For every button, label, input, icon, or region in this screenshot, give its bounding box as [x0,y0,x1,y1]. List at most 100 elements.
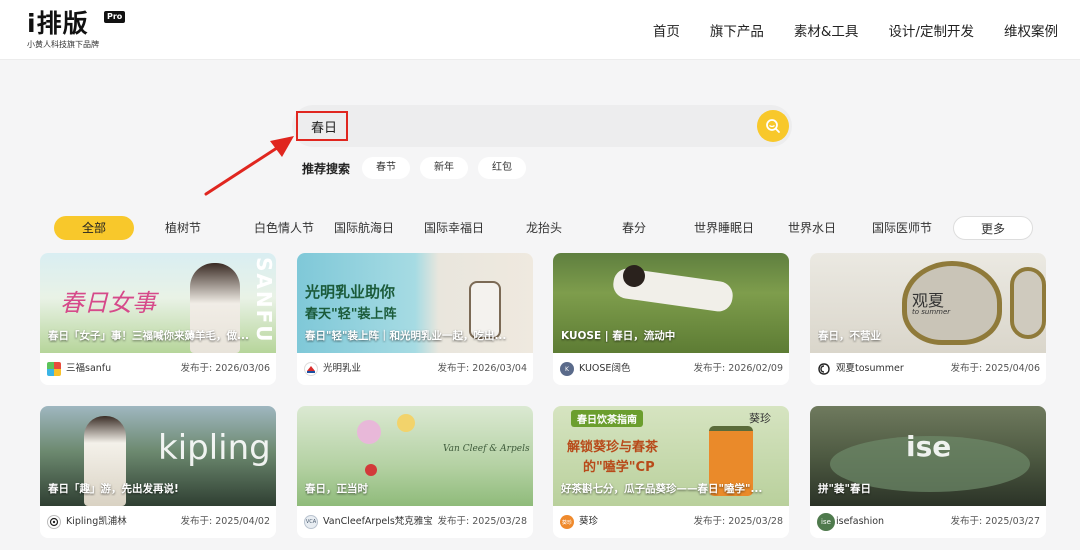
article-card[interactable]: ise 拼"装"春日 ise isefashion 发布于: 2025/03/27 [810,406,1046,538]
card-image-text: 的"嗑学"CP [583,460,655,475]
article-card[interactable]: 光明乳业助你 春天"轻"装上阵 春日"轻"装上阵｜和光明乳业一起，吃出... 光… [297,253,533,385]
nav-design[interactable]: 设计/定制开发 [888,20,974,40]
recommend-tag[interactable]: 春节 [362,157,411,179]
card-title: 好茶斟七分，瓜子品葵珍——春日"嗑学"... [561,483,763,495]
card-title: 春日「女子」事！三福喊你来薅羊毛，做... [48,330,249,342]
author-avatar [304,362,318,376]
card-image: 光明乳业助你 春天"轻"装上阵 春日"轻"装上阵｜和光明乳业一起，吃出... [297,253,533,353]
publish-date: 发布于: 2026/03/06 [181,362,270,376]
card-image: Van Cleef & Arpels 春日，正当时 [297,406,533,506]
card-title: 拼"装"春日 [818,483,871,495]
tab-spring-equinox[interactable]: 春分 [594,216,674,240]
card-title: 春日「趣」游，先出发再说! [48,483,179,495]
card-image: 观夏 to summer 春日，不营业 [810,253,1046,353]
search-bar [292,105,792,147]
publish-date-value: 2026/02/09 [728,363,783,374]
publish-date-value: 2025/03/28 [728,516,783,527]
card-title: 春日，正当时 [305,483,368,495]
author-name: Kipling凯浦林 [66,516,127,527]
article-card[interactable]: Van Cleef & Arpels 春日，正当时 VCA VanCleefAr… [297,406,533,538]
tab-doctors-day[interactable]: 国际医师节 [864,216,940,240]
card-image-text: 解锁葵珍与春茶 [567,440,659,455]
card-image-text: 葵珍 [749,412,771,425]
card-image-decor [397,414,415,432]
brand-logo[interactable]: i排版 Pro 小黄人科技旗下品牌 [27,8,127,52]
publish-date: 发布于: 2025/03/28 [438,515,527,529]
publish-date-value: 2025/03/28 [472,516,527,527]
nav-products[interactable]: 旗下产品 [710,20,764,40]
card-image: 春日饮茶指南 解锁葵珍与春茶 的"嗑学"CP 葵珍 好茶斟七分，瓜子品葵珍——春… [553,406,789,506]
article-card[interactable]: 春日女事 SANFU 春日「女子」事！三福喊你来薅羊毛，做... 三福sanfu… [40,253,276,385]
card-footer: Kipling凯浦林 发布于: 2025/04/02 [40,506,276,538]
publish-date-label: 发布于: [950,516,983,527]
author-avatar [817,362,831,376]
card-footer: 葵珍 葵珍 发布于: 2025/03/28 [553,506,789,538]
tab-happiness-day[interactable]: 国际幸福日 [416,216,492,240]
card-image: 春日女事 SANFU 春日「女子」事！三福喊你来薅羊毛，做... [40,253,276,353]
card-footer: VCA VanCleefArpels梵克雅宝 发布于: 2025/03/28 [297,506,533,538]
tab-white-valentine[interactable]: 白色情人节 [234,216,334,240]
publish-date-label: 发布于: [950,363,983,374]
article-card[interactable]: kipling 春日「趣」游，先出发再说! Kipling凯浦林 发布于: 202… [40,406,276,538]
author-name: 光明乳业 [323,363,362,374]
recommend-label: 推荐搜索 [302,161,351,176]
publish-date-label: 发布于: [437,516,470,527]
nav-tools[interactable]: 素材&工具 [794,20,859,40]
tab-all[interactable]: 全部 [54,216,134,240]
tab-dragon-head[interactable]: 龙抬头 [504,216,584,240]
tab-water-day[interactable]: 世界水日 [774,216,850,240]
article-card[interactable]: 观夏 to summer 春日，不营业 观夏tosummer 发布于: 2025/… [810,253,1046,385]
recommend-tag[interactable]: 新年 [420,157,469,179]
publish-date: 发布于: 2025/03/27 [951,515,1040,529]
card-image-text: 春日女事 [60,289,156,317]
publish-date-value: 2026/03/04 [472,363,527,374]
card-footer: K KUOSE阔色 发布于: 2026/02/09 [553,353,789,385]
card-image-text: ise [906,430,952,463]
card-footer: 观夏tosummer 发布于: 2025/04/06 [810,353,1046,385]
tab-more[interactable]: 更多 [953,216,1033,240]
publish-date-label: 发布于: [437,363,470,374]
article-card[interactable]: 春日饮茶指南 解锁葵珍与春茶 的"嗑学"CP 葵珍 好茶斟七分，瓜子品葵珍——春… [553,406,789,538]
main-nav: 首页 旗下产品 素材&工具 设计/定制开发 维权案例 [623,0,1058,60]
author-avatar [47,515,61,529]
category-tabs: 全部 植树节 白色情人节 国际航海日 国际幸福日 龙抬头 春分 世界睡眠日 世界… [54,216,1034,240]
author-name: VanCleefArpels梵克雅宝 [323,516,433,527]
tab-sleep-day[interactable]: 世界睡眠日 [684,216,764,240]
author-name: 观夏tosummer [836,363,904,374]
brand-slogan: 小黄人科技旗下品牌 [27,40,99,49]
brand-name: i排版 [27,9,89,38]
search-button[interactable] [757,110,789,142]
annotation-arrow [204,136,294,196]
publish-date-value: 2025/03/27 [985,516,1040,527]
author-name: 三福sanfu [66,363,112,374]
author-avatar: ise [817,513,835,531]
tab-maritime-day[interactable]: 国际航海日 [326,216,402,240]
pro-badge: Pro [104,11,126,23]
card-footer: 光明乳业 发布于: 2026/03/04 [297,353,533,385]
publish-date-label: 发布于: [180,516,213,527]
publish-date: 发布于: 2026/02/09 [694,362,783,376]
author-avatar [47,362,61,376]
card-title: KUOSE | 春日，流动中 [561,330,676,342]
publish-date-value: 2025/04/02 [215,516,270,527]
publish-date: 发布于: 2025/03/28 [694,515,783,529]
card-image-figure [623,265,645,287]
publish-date: 发布于: 2026/03/04 [438,362,527,376]
top-header: i排版 Pro 小黄人科技旗下品牌 首页 旗下产品 素材&工具 设计/定制开发 … [0,0,1080,60]
recommend-tag[interactable]: 红包 [478,157,527,179]
card-title: 春日，不营业 [818,330,881,342]
tab-arbor-day[interactable]: 植树节 [144,216,222,240]
card-title: 春日"轻"装上阵｜和光明乳业一起，吃出... [305,330,507,342]
author-name: isefashion [836,516,885,527]
nav-cases[interactable]: 维权案例 [1004,20,1058,40]
card-image: kipling 春日「趣」游，先出发再说! [40,406,276,506]
publish-date-label: 发布于: [180,363,213,374]
nav-home[interactable]: 首页 [653,20,680,40]
publish-date-value: 2026/03/06 [215,363,270,374]
publish-date-value: 2025/04/06 [985,363,1040,374]
search-icon [766,119,780,133]
article-card[interactable]: KUOSE | 春日，流动中 K KUOSE阔色 发布于: 2026/02/09 [553,253,789,385]
publish-date-label: 发布于: [693,363,726,374]
card-footer: 三福sanfu 发布于: 2026/03/06 [40,353,276,385]
card-image-text: 光明乳业助你 [305,283,396,301]
